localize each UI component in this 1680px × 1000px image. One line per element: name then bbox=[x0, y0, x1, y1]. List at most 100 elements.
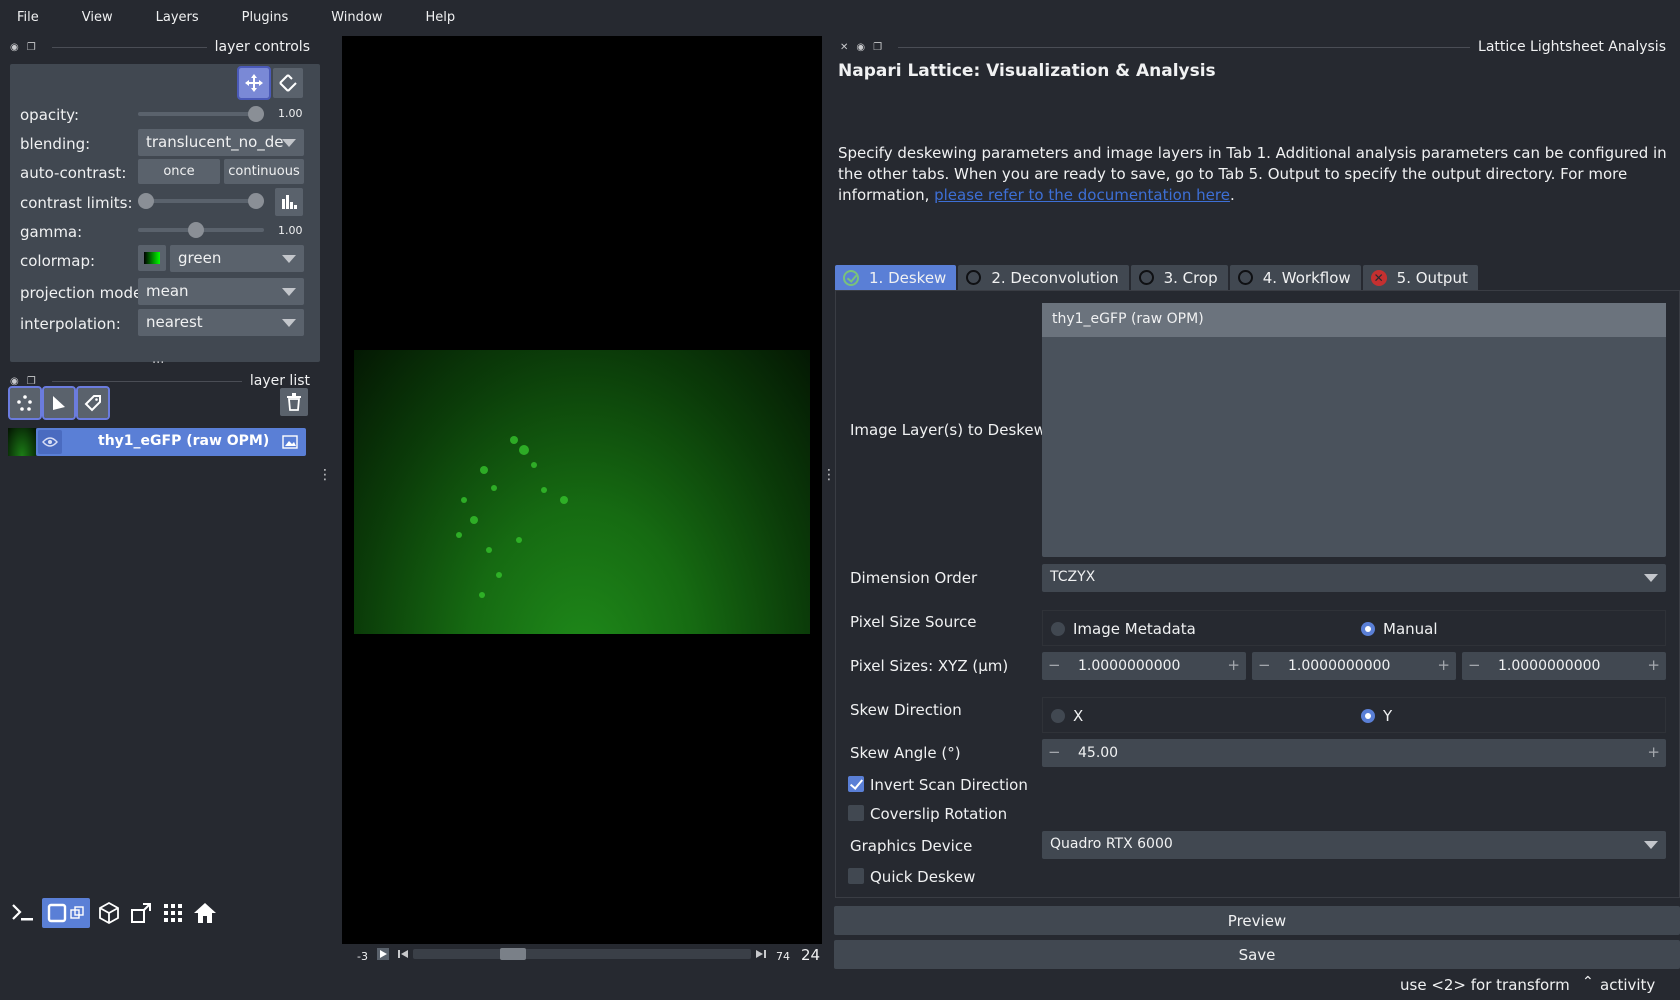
tab-deconvolution[interactable]: 2. Deconvolution bbox=[958, 265, 1129, 290]
invert-scan-checkbox[interactable] bbox=[848, 776, 864, 792]
float-icon[interactable]: ❐ bbox=[27, 376, 36, 387]
splitter-handle[interactable]: ... bbox=[152, 352, 164, 367]
minus-icon[interactable]: − bbox=[1048, 743, 1061, 761]
histogram-button[interactable] bbox=[275, 188, 303, 216]
contrast-max-thumb[interactable] bbox=[248, 193, 264, 209]
opacity-slider-thumb[interactable] bbox=[248, 106, 264, 122]
3d-view-button[interactable] bbox=[94, 898, 124, 928]
layer-row[interactable]: thy1_eGFP (raw OPM) bbox=[36, 428, 306, 456]
delete-layer-button[interactable] bbox=[280, 388, 308, 416]
menu-view[interactable]: View bbox=[82, 10, 113, 25]
pan-zoom-button[interactable] bbox=[237, 66, 271, 100]
contrast-limits-slider[interactable] bbox=[138, 193, 264, 209]
radio-skew-y-label[interactable]: Y bbox=[1383, 707, 1392, 725]
pixel-size-z-spinbox[interactable]: − 1.0000000000 + bbox=[1462, 652, 1666, 680]
step-forward-icon bbox=[756, 950, 766, 958]
colormap-select[interactable]: green bbox=[170, 245, 304, 272]
new-points-layer-button[interactable] bbox=[8, 386, 42, 420]
plus-icon[interactable]: + bbox=[1647, 656, 1660, 674]
colormap-swatch[interactable] bbox=[138, 245, 166, 271]
tab-output[interactable]: ✕ 5. Output bbox=[1362, 265, 1478, 290]
image-layers-list[interactable]: thy1_eGFP (raw OPM) bbox=[1042, 303, 1666, 557]
menu-plugins[interactable]: Plugins bbox=[242, 10, 289, 25]
layer-name[interactable]: thy1_eGFP (raw OPM) bbox=[98, 433, 269, 449]
graphics-device-select[interactable]: Quadro RTX 6000 bbox=[1042, 831, 1666, 859]
menu-layers[interactable]: Layers bbox=[156, 10, 199, 25]
home-button[interactable] bbox=[190, 898, 220, 928]
plus-icon[interactable]: + bbox=[1227, 656, 1240, 674]
chevron-up-icon[interactable]: ⌃ bbox=[1582, 974, 1594, 990]
plus-icon[interactable]: + bbox=[1647, 743, 1660, 761]
viewer-canvas[interactable] bbox=[342, 36, 822, 944]
invert-scan-label[interactable]: Invert Scan Direction bbox=[870, 776, 1028, 794]
new-shapes-layer-button[interactable] bbox=[42, 386, 76, 420]
radio-skew-x-label[interactable]: X bbox=[1073, 707, 1083, 725]
minus-icon[interactable]: − bbox=[1258, 656, 1271, 674]
play-button[interactable] bbox=[377, 948, 389, 960]
projection-mode-select[interactable]: mean bbox=[138, 278, 304, 305]
minus-icon[interactable]: − bbox=[1468, 656, 1481, 674]
quick-deskew-label[interactable]: Quick Deskew bbox=[870, 868, 975, 886]
coverslip-rotation-label[interactable]: Coverslip Rotation bbox=[870, 805, 1007, 823]
radio-manual-label[interactable]: Manual bbox=[1383, 620, 1438, 638]
save-button[interactable]: Save bbox=[834, 940, 1680, 969]
minus-icon[interactable]: − bbox=[1048, 656, 1061, 674]
colormap-value: green bbox=[178, 249, 222, 267]
step-forward-button[interactable] bbox=[755, 948, 767, 960]
left-splitter-handle[interactable]: ⋮ bbox=[318, 468, 332, 482]
transpose-button[interactable] bbox=[126, 898, 156, 928]
eye-icon[interactable]: ◉ bbox=[10, 376, 19, 387]
tab-deskew[interactable]: 1. Deskew bbox=[835, 265, 957, 290]
contrast-min-thumb[interactable] bbox=[138, 193, 154, 209]
visibility-toggle[interactable] bbox=[38, 430, 62, 454]
preview-button[interactable]: Preview bbox=[834, 906, 1680, 935]
dimension-order-value: TCZYX bbox=[1050, 569, 1096, 585]
dims-slider-thumb[interactable] bbox=[500, 948, 527, 960]
grid-view-button[interactable] bbox=[158, 898, 188, 928]
ndisplay-button[interactable] bbox=[42, 898, 90, 928]
coverslip-rotation-checkbox[interactable] bbox=[848, 805, 864, 821]
blending-select[interactable]: translucent_no_de bbox=[138, 129, 304, 156]
float-icon[interactable]: ❐ bbox=[873, 42, 882, 53]
radio-image-metadata-label[interactable]: Image Metadata bbox=[1073, 620, 1196, 638]
close-icon[interactable]: ✕ bbox=[840, 42, 848, 53]
menu-window[interactable]: Window bbox=[331, 10, 382, 25]
right-splitter-handle[interactable]: ⋮ bbox=[822, 468, 836, 482]
documentation-link[interactable]: please refer to the documentation here bbox=[934, 186, 1230, 204]
opacity-slider[interactable] bbox=[138, 106, 264, 122]
console-button[interactable] bbox=[8, 898, 38, 928]
auto-contrast-once-button[interactable]: once bbox=[138, 159, 220, 184]
transform-icon bbox=[279, 74, 297, 92]
auto-contrast-continuous-button[interactable]: continuous bbox=[224, 159, 304, 184]
tab-crop[interactable]: 3. Crop bbox=[1130, 265, 1228, 290]
pixel-size-y-spinbox[interactable]: − 1.0000000000 + bbox=[1252, 652, 1456, 680]
float-icon[interactable]: ❐ bbox=[27, 42, 36, 53]
opacity-label: opacity: bbox=[20, 106, 80, 124]
gamma-slider[interactable] bbox=[138, 222, 264, 238]
dims-slider[interactable] bbox=[413, 948, 751, 960]
gamma-slider-thumb[interactable] bbox=[187, 222, 204, 238]
radio-skew-y[interactable] bbox=[1361, 709, 1375, 723]
skew-angle-spinbox[interactable]: − 45.00 + bbox=[1042, 739, 1666, 767]
radio-manual[interactable] bbox=[1361, 622, 1375, 636]
plugin-heading: Napari Lattice: Visualization & Analysis bbox=[838, 61, 1216, 81]
cell-speckles bbox=[456, 436, 568, 598]
radio-image-metadata[interactable] bbox=[1051, 622, 1065, 636]
menu-help[interactable]: Help bbox=[426, 10, 456, 25]
new-labels-layer-button[interactable] bbox=[76, 386, 110, 420]
eye-icon[interactable]: ◉ bbox=[856, 42, 865, 53]
eye-icon[interactable]: ◉ bbox=[10, 42, 19, 53]
radio-skew-x[interactable] bbox=[1051, 709, 1065, 723]
list-item[interactable]: thy1_eGFP (raw OPM) bbox=[1042, 303, 1666, 337]
pixel-size-x-spinbox[interactable]: − 1.0000000000 + bbox=[1042, 652, 1246, 680]
interpolation-select[interactable]: nearest bbox=[138, 309, 304, 336]
menu-file[interactable]: File bbox=[17, 10, 39, 25]
dimension-order-select[interactable]: TCZYX bbox=[1042, 564, 1666, 592]
plus-icon[interactable]: + bbox=[1437, 656, 1450, 674]
dims-current-value[interactable]: 24 bbox=[801, 946, 820, 964]
transform-button[interactable] bbox=[273, 68, 303, 98]
tab-workflow[interactable]: 4. Workflow bbox=[1229, 265, 1361, 290]
quick-deskew-checkbox[interactable] bbox=[848, 868, 864, 884]
activity-button[interactable]: activity bbox=[1600, 976, 1655, 994]
step-back-button[interactable] bbox=[397, 948, 409, 960]
